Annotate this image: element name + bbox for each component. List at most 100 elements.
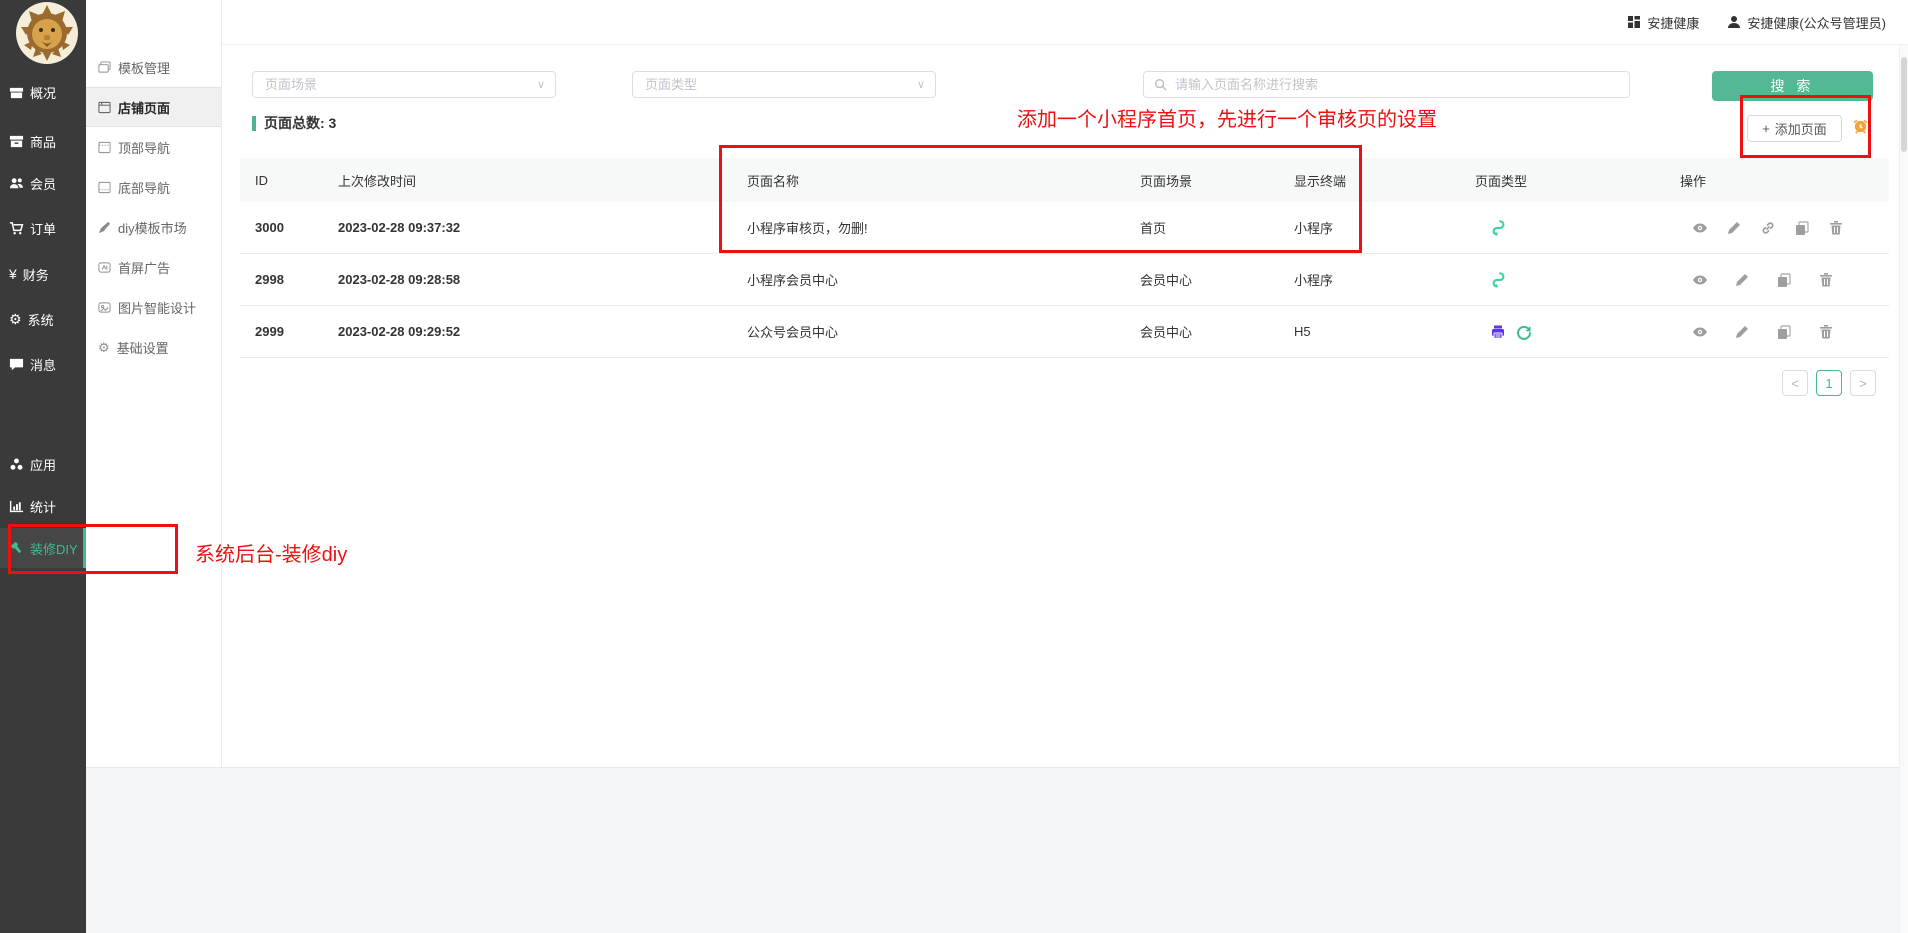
- finance-icon: ¥: [9, 267, 17, 281]
- cell-actions: [1692, 202, 1844, 253]
- delete-icon[interactable]: [1828, 220, 1844, 236]
- grid-icon: [1627, 15, 1641, 29]
- search-box[interactable]: [1143, 71, 1630, 98]
- cell-time: 2023-02-28 09:28:58: [338, 254, 460, 305]
- gear-icon: ⚙: [98, 341, 110, 354]
- edit-icon[interactable]: [1734, 324, 1750, 340]
- stats-icon: [9, 499, 24, 514]
- delete-icon[interactable]: [1818, 324, 1834, 340]
- user-entry[interactable]: 安捷健康(公众号管理员): [1727, 13, 1886, 32]
- menu-item-label: 底部导航: [118, 178, 170, 197]
- orders-icon: [9, 221, 24, 236]
- sidebar-item-diy[interactable]: 装修DIY: [0, 528, 86, 568]
- view-icon[interactable]: [1692, 272, 1708, 288]
- cell-name: 小程序审核页，勿删!: [747, 202, 868, 253]
- sidebar-item-stats[interactable]: 统计: [0, 489, 86, 523]
- cell-type-icons: [1490, 306, 1532, 357]
- accent-bar: [252, 116, 256, 131]
- total-count: 页面总数: 3: [252, 113, 336, 133]
- menu-item-basic-settings[interactable]: ⚙ 基础设置: [86, 332, 221, 362]
- menu-item-label: diy模板市场: [118, 218, 187, 237]
- menu-item-splash-ad[interactable]: 首屏广告: [86, 252, 221, 282]
- sidebar-item-orders[interactable]: 订单: [0, 211, 86, 245]
- view-icon[interactable]: [1692, 220, 1708, 236]
- table-header: ID 上次修改时间 页面名称 页面场景 显示终端 页面类型 操作: [240, 158, 1889, 202]
- pagination: < 1 >: [1782, 370, 1876, 396]
- page-type-select[interactable]: ∨: [632, 71, 936, 98]
- chevron-down-icon: ∨: [537, 78, 545, 91]
- col-ops: 操作: [1680, 158, 1706, 202]
- delete-icon[interactable]: [1818, 272, 1834, 288]
- members-icon: [9, 176, 24, 191]
- cell-id: 2999: [255, 306, 284, 357]
- scrollbar[interactable]: [1899, 45, 1908, 933]
- sidebar-item-apps[interactable]: 应用: [0, 447, 86, 481]
- cell-time: 2023-02-28 09:29:52: [338, 306, 460, 357]
- cell-type-icons: [1490, 202, 1507, 253]
- copy-icon[interactable]: [1776, 324, 1792, 340]
- page-scene-select[interactable]: ∨: [252, 71, 556, 98]
- copy-icon[interactable]: [1794, 220, 1810, 236]
- message-icon: [9, 357, 24, 372]
- view-icon[interactable]: [1692, 324, 1708, 340]
- sidebar-item-label: 统计: [30, 497, 56, 516]
- sidebar-item-finance[interactable]: ¥ 财务: [0, 257, 86, 291]
- prev-page-button[interactable]: <: [1782, 370, 1808, 396]
- sidebar-item-members[interactable]: 会员: [0, 166, 86, 200]
- bottom-nav-icon: [98, 181, 111, 194]
- alarm-bell-icon[interactable]: [1852, 118, 1869, 140]
- scrollbar-thumb[interactable]: [1901, 57, 1907, 152]
- lion-logo-icon: [15, 1, 79, 65]
- cell-name: 小程序会员中心: [747, 254, 838, 305]
- menu-item-top-nav[interactable]: 顶部导航: [86, 132, 221, 162]
- cell-time: 2023-02-28 09:37:32: [338, 202, 460, 253]
- primary-sidebar: 概况 商品 会员 订单 ¥ 财务 ⚙ 系统 消息 应用 统计 装修DIY: [0, 0, 86, 933]
- menu-item-template-manage[interactable]: 模板管理: [86, 52, 221, 82]
- total-count-label: 页面总数: 3: [264, 113, 336, 133]
- edit-icon[interactable]: [1726, 220, 1742, 236]
- cell-scene: 会员中心: [1140, 306, 1192, 357]
- sidebar-item-label: 会员: [30, 174, 56, 193]
- page-1-button[interactable]: 1: [1816, 370, 1842, 396]
- col-terminal: 显示终端: [1294, 158, 1346, 202]
- col-name: 页面名称: [747, 158, 799, 202]
- next-page-button[interactable]: >: [1850, 370, 1876, 396]
- menu-item-label: 首屏广告: [118, 258, 170, 277]
- sidebar-item-messages[interactable]: 消息: [0, 347, 86, 381]
- apps-icon: [9, 457, 24, 472]
- menu-item-image-design[interactable]: 图片智能设计: [86, 292, 221, 322]
- secondary-sidebar: 模板管理 店铺页面 顶部导航 底部导航 diy模板市场 首屏广告 图片智能设计 …: [86, 0, 222, 767]
- add-page-button[interactable]: + 添加页面: [1747, 115, 1842, 142]
- col-id: ID: [255, 158, 268, 202]
- shop-page-icon: [98, 101, 111, 114]
- pages-table: ID 上次修改时间 页面名称 页面场景 显示终端 页面类型 操作 3000 20…: [240, 158, 1889, 358]
- sidebar-item-system[interactable]: ⚙ 系统: [0, 302, 86, 336]
- page-scene-select-input[interactable]: [263, 76, 531, 93]
- search-button[interactable]: 搜 索: [1712, 71, 1873, 101]
- sidebar-item-label: 消息: [30, 355, 56, 374]
- annotation-top: 添加一个小程序首页，先进行一个审核页的设置: [1017, 103, 1437, 132]
- link-icon[interactable]: [1760, 220, 1776, 236]
- sidebar-item-overview[interactable]: 概况: [0, 75, 86, 109]
- cell-actions: [1692, 306, 1834, 357]
- image-icon: [98, 301, 111, 314]
- table-row: 2999 2023-02-28 09:29:52 公众号会员中心 会员中心 H5: [240, 306, 1889, 358]
- edit-icon[interactable]: [1734, 272, 1750, 288]
- avatar[interactable]: [15, 1, 79, 65]
- hammer-icon: [9, 541, 24, 556]
- search-input[interactable]: [1173, 76, 1619, 93]
- menu-item-diy-market[interactable]: diy模板市场: [86, 212, 221, 242]
- cell-actions: [1692, 254, 1834, 305]
- menu-item-shop-pages[interactable]: 店铺页面: [86, 87, 221, 127]
- copy-icon[interactable]: [1776, 272, 1792, 288]
- cell-scene: 首页: [1140, 202, 1166, 253]
- page-type-select-input[interactable]: [643, 76, 911, 93]
- merchant-entry[interactable]: 安捷健康: [1627, 13, 1699, 32]
- user-name: 安捷健康(公众号管理员): [1747, 13, 1886, 32]
- sidebar-item-goods[interactable]: 商品: [0, 124, 86, 158]
- table-row: 3000 2023-02-28 09:37:32 小程序审核页，勿删! 首页 小…: [240, 202, 1889, 254]
- menu-item-bottom-nav[interactable]: 底部导航: [86, 172, 221, 202]
- topbar: 安捷健康 安捷健康(公众号管理员): [222, 0, 1908, 45]
- sidebar-item-label: 概况: [30, 83, 56, 102]
- menu-item-label: 图片智能设计: [118, 298, 196, 317]
